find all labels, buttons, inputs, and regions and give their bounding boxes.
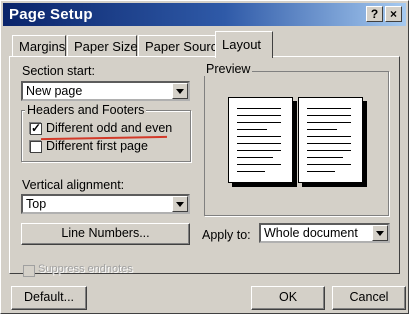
default-button[interactable]: Default... [11,286,87,310]
different-first-page-checkbox[interactable] [30,141,42,153]
tab-label: Layout [222,37,262,52]
close-button[interactable]: × [385,6,402,22]
vertical-alignment-select[interactable]: Top [21,194,190,214]
chevron-down-icon[interactable] [172,196,188,212]
cancel-button[interactable]: Cancel [332,286,406,310]
vertical-alignment-value: Top [26,197,47,211]
vertical-alignment-label: Vertical alignment: [22,178,125,192]
suppress-endnotes-label: Suppress endnotes [38,263,133,275]
tab-layout[interactable]: Layout [215,31,273,58]
tab-label: Paper Source [145,39,225,54]
apply-to-label: Apply to: [202,228,251,242]
tab-paper-size[interactable]: Paper Size [67,35,138,57]
headers-footers-label: Headers and Footers [25,103,147,117]
ok-button[interactable]: OK [251,286,325,310]
help-button[interactable]: ? [366,6,383,22]
section-start-label: Section start: [22,64,95,78]
different-odd-even-label: Different odd and even [46,121,173,135]
tab-paper-source[interactable]: Paper Source [138,35,225,57]
chevron-down-icon[interactable] [172,83,188,99]
section-start-select[interactable]: New page [21,81,190,101]
tab-label: Paper Size [74,39,138,54]
chevron-down-icon[interactable] [372,225,388,241]
line-numbers-button[interactable]: Line Numbers... [21,223,190,245]
apply-to-select[interactable]: Whole document [259,223,390,243]
different-first-page-label: Different first page [46,139,148,153]
preview-page-right [298,97,363,183]
page-setup-dialog: Page Setup ? × Margins Paper Size Paper … [0,0,409,314]
preview-label: Preview [204,62,253,76]
window-title: Page Setup [9,6,93,23]
title-bar[interactable]: Page Setup ? × [3,3,406,26]
apply-to-value: Whole document [264,226,358,240]
tab-margins[interactable]: Margins [12,35,66,57]
section-start-value: New page [26,84,83,98]
different-odd-even-checkbox[interactable] [30,121,42,135]
tab-label: Margins [19,39,66,54]
preview-page-left [228,97,293,183]
suppress-endnotes-checkbox[interactable] [23,265,35,277]
